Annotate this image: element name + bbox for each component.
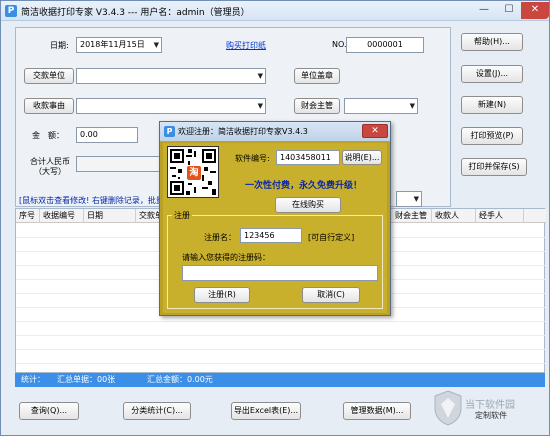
serial-field[interactable]: 1403458011 [276,150,340,165]
reason-select[interactable]: ▼ [76,98,266,114]
watermark-subtext: 定制软件 [475,411,507,420]
title-bar: P 简洁收据打印专家 V3.4.3 --- 用户名：admin（管理员） — ☐… [1,1,549,21]
buy-paper-link[interactable]: 购买打印纸 [226,40,266,51]
reg-name-label: 注册名： [204,233,236,242]
reg-name-hint: [可自行定义] [308,233,355,242]
qr-code-image: 淘 [167,146,219,198]
export-excel-button[interactable]: 导出Excel表(E)... [231,402,301,420]
grid-filter-select[interactable]: ▼ [396,191,422,207]
chevron-down-icon: ▼ [257,72,263,80]
registration-dialog: P 欢迎注册：简洁收据打印专家V3.4.3 ✕ 淘 软件编号: 14034580… [159,121,391,316]
hint-text: [鼠标双击查看修改! 右键删除记录，批量 [19,196,164,205]
summary-bar: 统计： 汇总单据：00张 汇总金额：0.00元 [15,373,545,387]
dialog-title: 欢迎注册：简洁收据打印专家V3.4.3 [178,127,308,136]
finance-head-button[interactable]: 财会主管 [294,98,340,114]
date-label: 日期: [50,41,69,50]
row-divider [16,335,545,336]
reg-name-field[interactable]: 123456 [240,228,302,243]
payer-select[interactable]: ▼ [76,68,266,84]
column-header-handler[interactable]: 经手人 [476,209,524,223]
dialog-title-bar: P 欢迎注册：简洁收据打印专家V3.4.3 ✕ [160,122,390,142]
reg-code-label: 请输入您获得的注册码： [182,253,270,262]
no-label: NO. [332,40,347,49]
summary-count: 汇总单据：00张 [57,375,116,384]
row-divider [16,321,545,322]
app-icon: P [5,5,17,17]
slogan-text: 一次性付费，永久免费升级！ [245,181,363,191]
date-picker[interactable]: 2018年11月15日 ▼ [76,37,162,53]
total-rmb-field [76,156,166,172]
print-preview-button[interactable]: 打印预览(P) [461,127,523,145]
amount-field[interactable]: 0.00 [76,127,138,143]
maximize-button[interactable]: ☐ [497,2,521,19]
column-header-receipt-no[interactable]: 收据编号 [40,209,84,223]
column-header-finance-head[interactable]: 财会主管 [392,209,432,223]
finance-head-select[interactable]: ▼ [344,98,418,114]
classify-stats-button[interactable]: 分类统计(C)... [123,402,191,420]
summary-label: 统计： [21,375,45,384]
close-button[interactable]: ✕ [521,2,549,19]
buy-online-button[interactable]: 在线购买 [275,197,341,213]
serial-label: 软件编号: [235,154,270,163]
date-value: 2018年11月15日 [80,40,145,49]
settings-button[interactable]: 设置(J)... [461,65,523,83]
explain-button[interactable]: 说明(E)... [342,150,382,165]
help-button[interactable]: 帮助(H)... [461,33,523,51]
chevron-down-icon: ▼ [413,195,419,203]
summary-amount: 汇总金额：0.00元 [147,375,213,384]
unit-stamp-button[interactable]: 单位盖章 [294,68,340,84]
print-save-button[interactable]: 打印并保存(S) [461,158,527,176]
shield-logo-icon [434,390,462,426]
row-divider [16,349,545,350]
payer-button[interactable]: 交款单位 [24,68,74,84]
dialog-close-button[interactable]: ✕ [362,124,388,138]
reg-code-field[interactable] [182,265,378,281]
chevron-down-icon: ▼ [409,102,415,110]
amount-label: 金 额： [32,131,64,140]
register-button[interactable]: 注册(R) [194,287,250,303]
registration-group: 注册 注册名： 123456 [可自行定义] 请输入您获得的注册码： 注册(R)… [167,210,383,309]
dialog-body: 淘 软件编号: 1403458011 说明(E)... 一次性付费，永久免费升级… [163,143,387,313]
window-title: 简洁收据打印专家 V3.4.3 --- 用户名：admin（管理员） [21,8,250,18]
column-header-date[interactable]: 日期 [84,209,136,223]
query-button[interactable]: 查询(Q)... [19,402,79,420]
row-divider [16,363,545,364]
app-icon: P [164,126,175,137]
watermark-logo: 当下软件园 定制软件 [433,386,543,430]
new-button[interactable]: 新建(N) [461,96,523,114]
reason-button[interactable]: 收款事由 [24,98,74,114]
registration-group-title: 注册 [172,210,192,221]
chevron-down-icon: ▼ [257,102,263,110]
main-window: P 简洁收据打印专家 V3.4.3 --- 用户名：admin（管理员） — ☐… [0,0,550,436]
taobao-badge-icon: 淘 [186,165,202,181]
column-header-receiver[interactable]: 收款人 [432,209,476,223]
minimize-button[interactable]: — [471,2,497,19]
chevron-down-icon: ▼ [153,41,159,49]
watermark-text: 当下软件园 [465,400,515,411]
receipt-number-field[interactable]: 0000001 [346,37,424,53]
manage-data-button[interactable]: 管理数据(M)... [343,402,411,420]
cancel-button[interactable]: 取消(C) [302,287,360,303]
column-header-index[interactable]: 序号 [16,209,40,223]
total-rmb-label-sub: （大写） [34,167,66,176]
